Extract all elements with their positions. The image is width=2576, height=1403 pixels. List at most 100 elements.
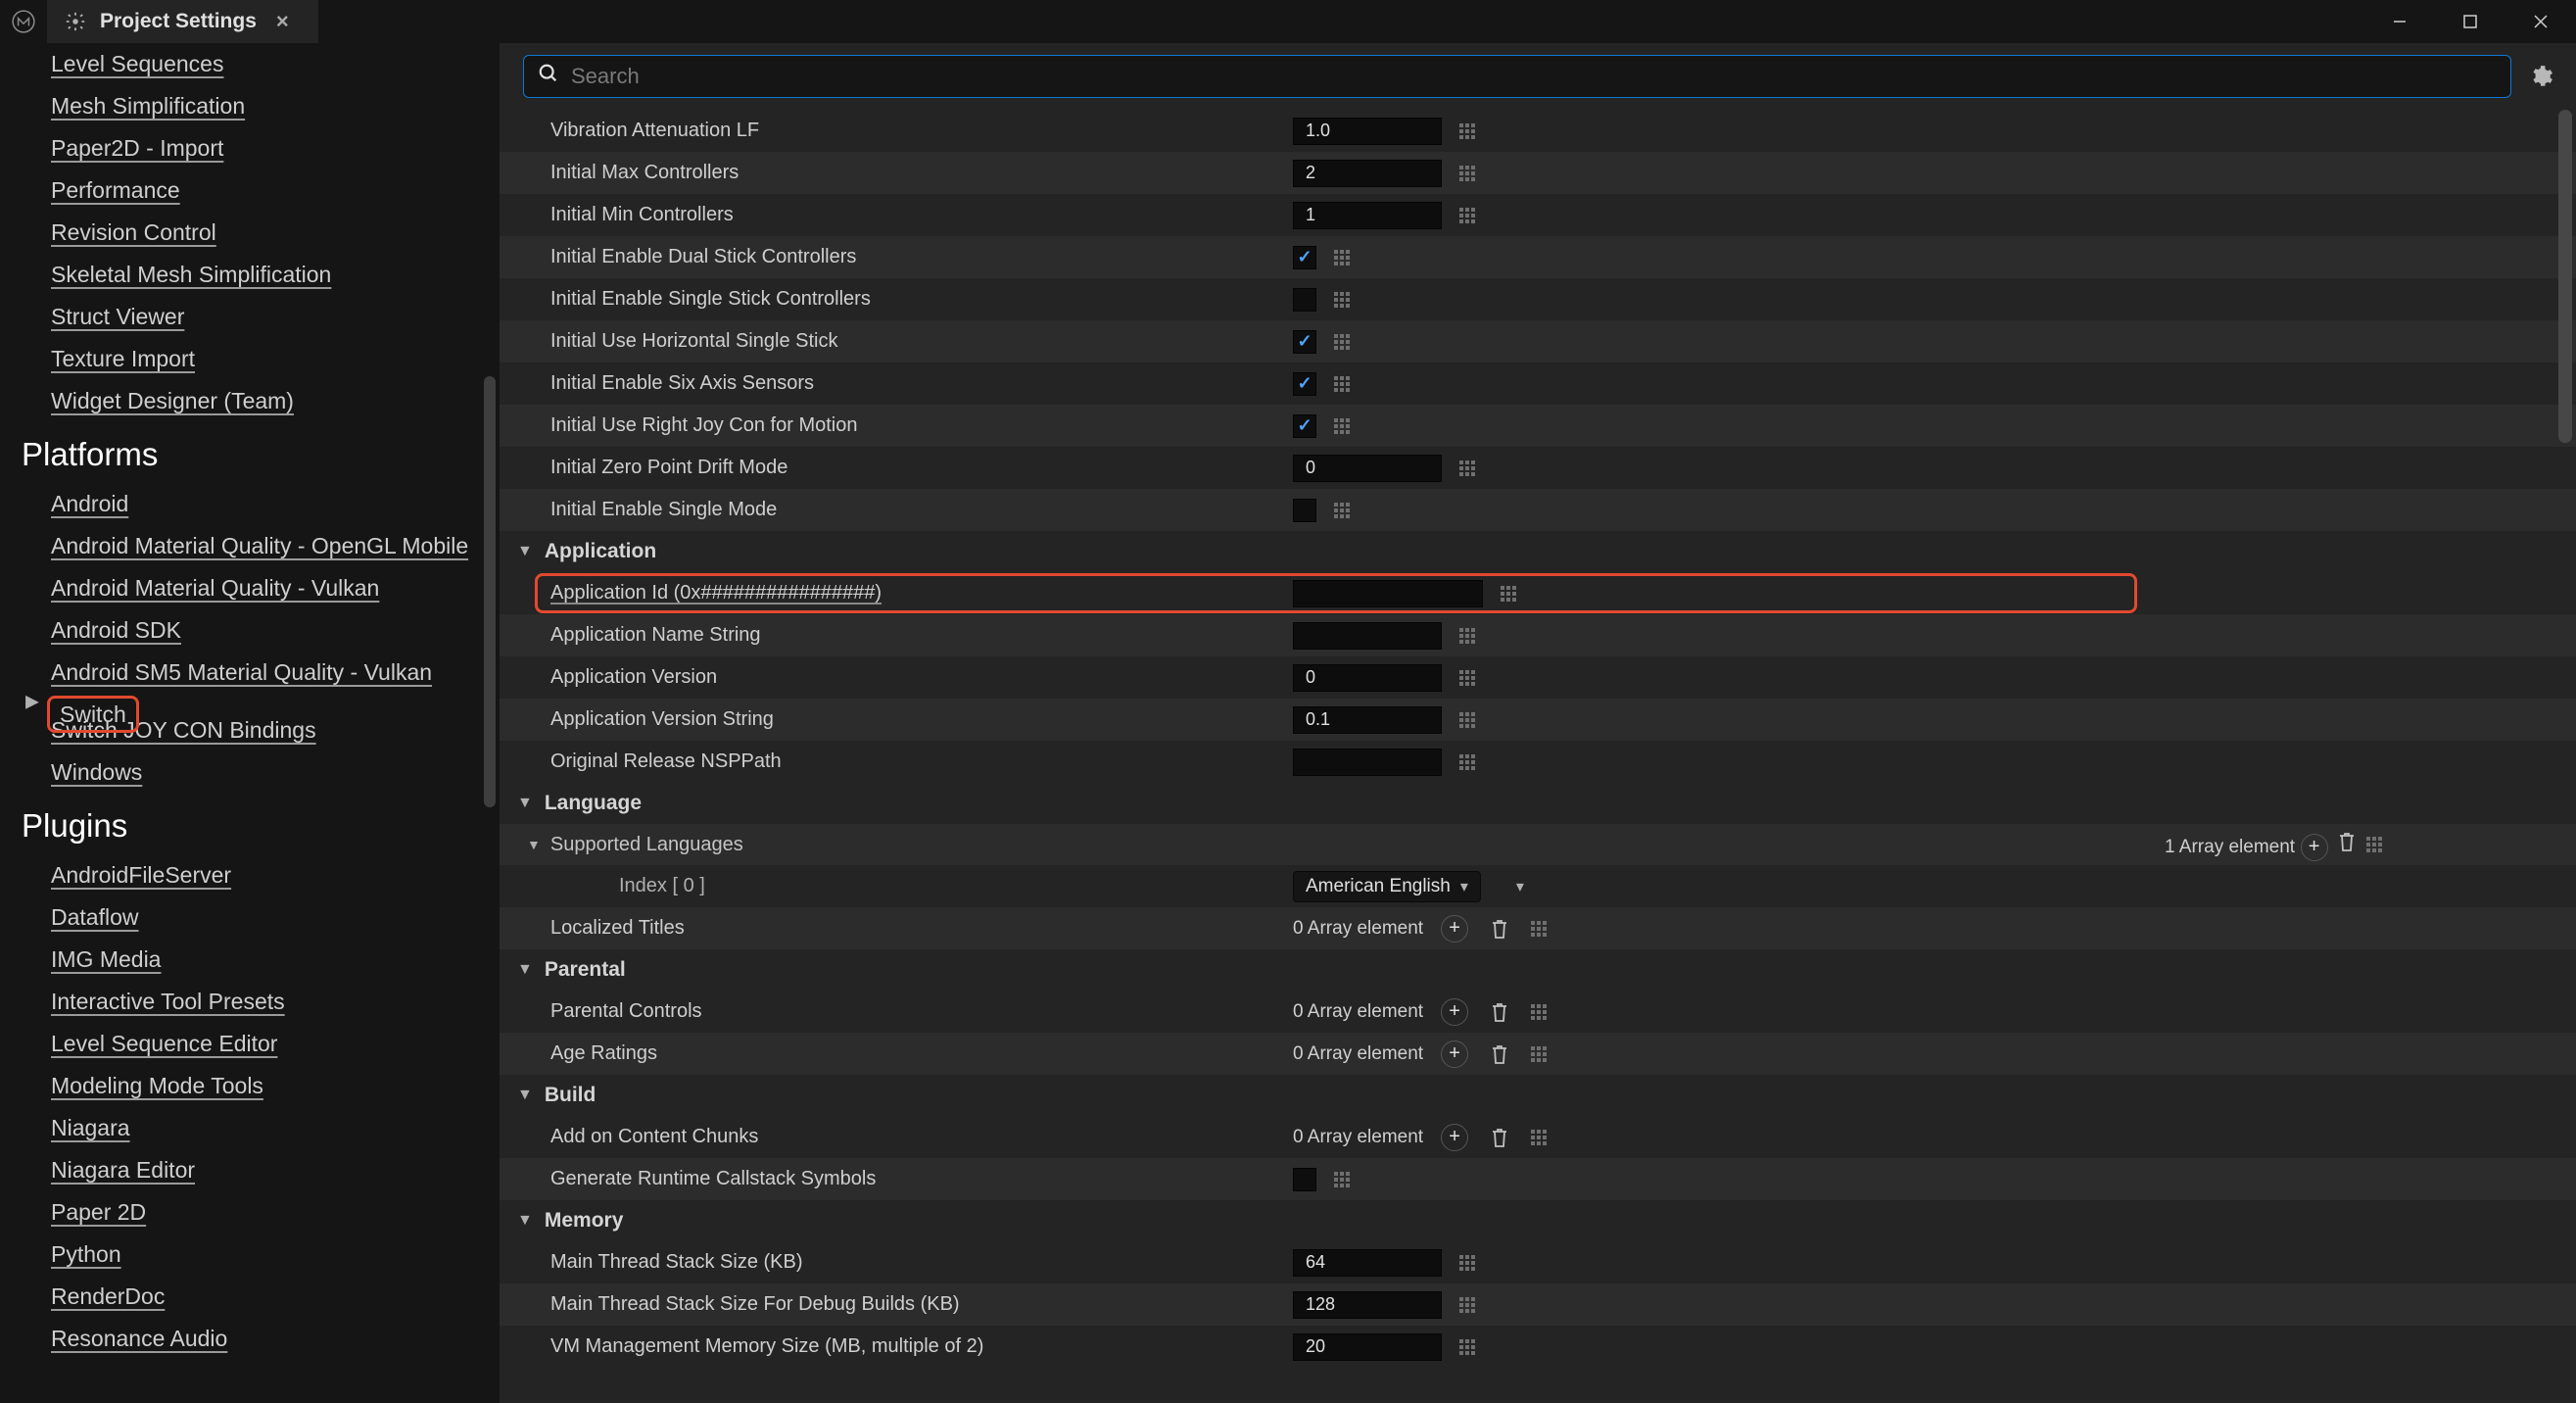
value-input[interactable] <box>1293 664 1442 692</box>
array-clear-icon[interactable] <box>2333 828 2361 855</box>
section-parental[interactable]: ▼Parental <box>500 949 2576 991</box>
value-input[interactable] <box>1293 1333 1442 1361</box>
reset-to-default-icon[interactable] <box>1459 754 1481 770</box>
close-button[interactable] <box>2505 0 2576 43</box>
checkbox[interactable] <box>1293 499 1316 522</box>
sidebar-item[interactable]: Dataflow <box>16 896 460 939</box>
value-input[interactable] <box>1293 202 1442 229</box>
value-input[interactable] <box>1293 706 1442 734</box>
array-clear-icon[interactable] <box>1486 915 1513 943</box>
reset-to-default-icon[interactable] <box>1334 292 1356 308</box>
sidebar-item[interactable]: Android Material Quality - OpenGL Mobile <box>16 525 460 567</box>
sidebar-item[interactable]: IMG Media <box>16 939 460 981</box>
reset-to-default-icon[interactable] <box>1459 628 1481 644</box>
sidebar-item[interactable]: Interactive Tool Presets <box>16 981 460 1023</box>
checkbox[interactable] <box>1293 330 1316 354</box>
reset-to-default-icon[interactable] <box>1531 921 1552 937</box>
section-memory[interactable]: ▼Memory <box>500 1200 2576 1241</box>
reset-to-default-icon[interactable] <box>1334 334 1356 350</box>
sidebar-item[interactable]: Level Sequences <box>16 43 460 85</box>
sidebar-item[interactable]: Struct Viewer <box>16 296 460 338</box>
reset-to-default-icon[interactable] <box>1531 1046 1552 1062</box>
reset-to-default-icon[interactable] <box>1459 460 1481 476</box>
value-input[interactable] <box>1293 160 1442 187</box>
checkbox[interactable] <box>1293 288 1316 312</box>
array-add-icon[interactable]: + <box>1441 998 1468 1026</box>
sidebar-item[interactable]: Paper 2D <box>16 1191 460 1234</box>
tab-close-icon[interactable]: × <box>270 9 295 34</box>
array-add-icon[interactable]: + <box>1441 1040 1468 1068</box>
array-add-icon[interactable]: + <box>1441 915 1468 943</box>
sidebar-item[interactable]: Mesh Simplification <box>16 85 460 127</box>
array-clear-icon[interactable] <box>1486 1040 1513 1068</box>
value-input[interactable] <box>1293 580 1483 607</box>
array-clear-icon[interactable] <box>1486 998 1513 1026</box>
array-add-icon[interactable]: + <box>1441 1124 1468 1151</box>
app-logo[interactable] <box>0 0 47 43</box>
search-input[interactable] <box>571 64 2497 89</box>
content-scrollbar[interactable] <box>2558 110 2572 443</box>
sidebar-item[interactable]: Resonance Audio <box>16 1318 460 1360</box>
sidebar-item[interactable]: Niagara Editor <box>16 1149 460 1191</box>
sidebar-item[interactable]: Android <box>16 483 460 525</box>
sidebar-item[interactable]: Texture Import <box>16 338 460 380</box>
reset-to-default-icon[interactable] <box>1459 166 1481 181</box>
value-input[interactable] <box>1293 118 1442 145</box>
tab-project-settings[interactable]: Project Settings × <box>47 0 318 43</box>
sidebar-item[interactable]: Revision Control <box>16 212 460 254</box>
value-input[interactable] <box>1293 455 1442 482</box>
value-input[interactable] <box>1293 1249 1442 1277</box>
reset-to-default-icon[interactable] <box>1334 418 1356 434</box>
reset-to-default-icon[interactable] <box>1459 123 1481 139</box>
checkbox[interactable] <box>1293 372 1316 396</box>
section-application[interactable]: ▼Application <box>500 531 2576 572</box>
maximize-button[interactable] <box>2435 0 2505 43</box>
value-input[interactable] <box>1293 749 1442 776</box>
reset-to-default-icon[interactable] <box>1334 503 1356 518</box>
checkbox[interactable] <box>1293 1168 1316 1191</box>
reset-to-default-icon[interactable] <box>2366 837 2388 852</box>
reset-to-default-icon[interactable] <box>1334 376 1356 392</box>
sidebar-item-switch[interactable]: ▶ Switch <box>16 694 460 709</box>
chevron-down-icon[interactable]: ▾ <box>1516 877 1524 896</box>
setting-label[interactable]: Application Id (0x################) <box>539 582 1293 605</box>
search-box[interactable] <box>523 55 2511 98</box>
settings-gear-icon[interactable] <box>2525 61 2556 92</box>
sidebar-item[interactable]: Widget Designer (Team) <box>16 380 460 422</box>
language-dropdown[interactable]: American English▾ <box>1293 871 1481 902</box>
reset-to-default-icon[interactable] <box>1459 1255 1481 1271</box>
value-input[interactable] <box>1293 1291 1442 1319</box>
sidebar-item[interactable]: Windows <box>16 751 460 794</box>
subsection-supported-languages[interactable]: ▼Supported Languages 1 Array element + <box>500 824 2576 865</box>
reset-to-default-icon[interactable] <box>1531 1004 1552 1020</box>
sidebar-item[interactable]: Android Material Quality - Vulkan <box>16 567 460 609</box>
sidebar-item[interactable]: Android SDK <box>16 609 460 652</box>
sidebar-item[interactable]: Skeletal Mesh Simplification <box>16 254 460 296</box>
reset-to-default-icon[interactable] <box>1334 1172 1356 1187</box>
reset-to-default-icon[interactable] <box>1334 250 1356 266</box>
reset-to-default-icon[interactable] <box>1459 670 1481 686</box>
checkbox[interactable] <box>1293 414 1316 438</box>
reset-to-default-icon[interactable] <box>1459 1297 1481 1313</box>
sidebar-item[interactable]: Python <box>16 1234 460 1276</box>
sidebar-item[interactable]: Niagara <box>16 1107 460 1149</box>
array-clear-icon[interactable] <box>1486 1124 1513 1151</box>
sidebar-item[interactable]: RenderDoc <box>16 1276 460 1318</box>
reset-to-default-icon[interactable] <box>1459 712 1481 728</box>
sidebar-item[interactable]: Paper2D - Import <box>16 127 460 169</box>
reset-to-default-icon[interactable] <box>1459 1339 1481 1355</box>
sidebar-item[interactable]: Performance <box>16 169 460 212</box>
value-input[interactable] <box>1293 622 1442 650</box>
checkbox[interactable] <box>1293 246 1316 269</box>
minimize-button[interactable] <box>2364 0 2435 43</box>
array-add-icon[interactable]: + <box>2301 834 2328 861</box>
reset-to-default-icon[interactable] <box>1501 586 1522 602</box>
section-language[interactable]: ▼Language <box>500 783 2576 824</box>
section-build[interactable]: ▼Build <box>500 1075 2576 1116</box>
reset-to-default-icon[interactable] <box>1531 1130 1552 1145</box>
sidebar-item[interactable]: AndroidFileServer <box>16 854 460 896</box>
reset-to-default-icon[interactable] <box>1459 208 1481 223</box>
sidebar-item[interactable]: Modeling Mode Tools <box>16 1065 460 1107</box>
sidebar-item[interactable]: Level Sequence Editor <box>16 1023 460 1065</box>
sidebar-scrollbar[interactable] <box>484 376 496 807</box>
